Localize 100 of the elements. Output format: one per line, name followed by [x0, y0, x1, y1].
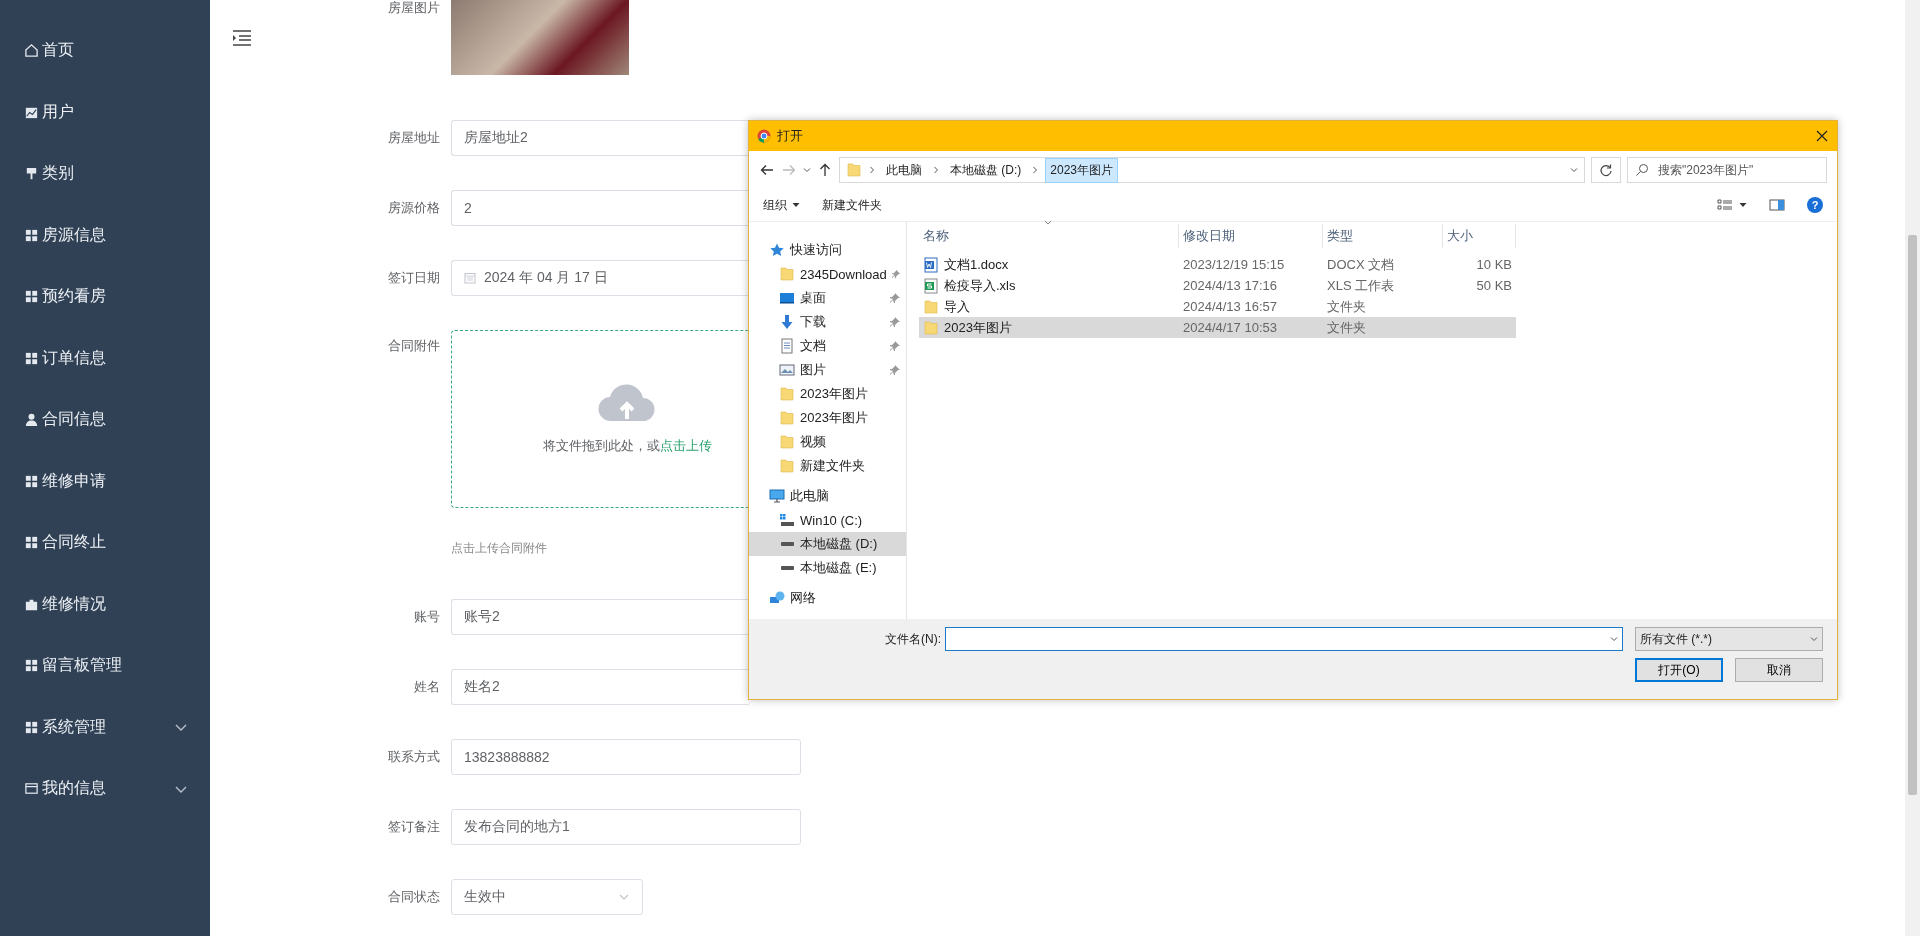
chevron-right-icon	[932, 166, 940, 174]
folder-icon	[923, 319, 939, 336]
dialog-button[interactable]: 取消	[1735, 658, 1823, 682]
nav-pane-item[interactable]: 本地磁盘 (E:)	[749, 556, 906, 580]
up-arrow-icon[interactable]	[817, 162, 833, 178]
scrollbar[interactable]	[1905, 0, 1920, 936]
new-folder-button[interactable]: 新建文件夹	[822, 196, 882, 214]
user-icon	[24, 412, 39, 428]
sidebar-menu-item[interactable]: 订单信息	[0, 327, 210, 389]
breadcrumb[interactable]: 此电脑	[882, 158, 926, 182]
nav-pane-item[interactable]: 2023年图片	[749, 382, 906, 406]
column-header[interactable]: 名称	[919, 224, 1179, 248]
dialog-button[interactable]: 打开(O)	[1635, 658, 1723, 682]
field-label: 账号	[413, 608, 441, 626]
document-icon	[779, 338, 795, 354]
address-bar[interactable]: 此电脑 本地磁盘 (D:) 2023年图片	[839, 157, 1585, 183]
dropdown-caret-icon	[1610, 635, 1618, 643]
sidebar-menu-item[interactable]: 用户	[0, 81, 210, 143]
refresh-button[interactable]	[1591, 157, 1621, 183]
sidebar-menu-item[interactable]: 我的信息	[0, 758, 210, 820]
nav-pane-item[interactable]: 此电脑	[749, 484, 906, 508]
grid-icon	[24, 658, 39, 674]
organize-menu-button[interactable]: 组织	[763, 196, 800, 214]
upload-hint: 点击上传合同附件	[451, 540, 548, 557]
file-row[interactable]: 文档1.docx 2023/12/19 15:15 DOCX 文档 10 KB	[919, 254, 1516, 275]
drive-icon	[779, 565, 795, 571]
sidebar-menu-item[interactable]: 预约看房	[0, 266, 210, 328]
search-icon	[1635, 163, 1649, 177]
sidebar-menu-item[interactable]: 维修申请	[0, 450, 210, 512]
calendar-icon	[464, 272, 476, 284]
folder-icon	[779, 386, 795, 402]
menu-toggle-icon[interactable]	[232, 29, 252, 47]
sidebar-menu-item[interactable]: 系统管理	[0, 696, 210, 758]
file-name-field[interactable]	[945, 627, 1623, 651]
status-select[interactable]: 生效中	[451, 879, 643, 915]
folder-icon	[779, 266, 795, 282]
grid-icon	[24, 350, 39, 366]
text-field[interactable]: 13823888882	[451, 739, 801, 775]
breadcrumb[interactable]: 本地磁盘 (D:)	[946, 158, 1026, 182]
search-field[interactable]: 搜索"2023年图片"	[1627, 157, 1827, 183]
sidebar-menu-item[interactable]: 首页	[0, 20, 210, 82]
file-row[interactable]: 检疫导入.xls 2024/4/13 17:16 XLS 工作表 50 KB	[919, 275, 1516, 296]
nav-pane-item[interactable]: 下载	[749, 310, 906, 334]
help-button[interactable]: ?	[1807, 197, 1823, 213]
nav-pane-item[interactable]: 文档	[749, 334, 906, 358]
date-field[interactable]: 2024 年 04 月 17 日	[451, 260, 750, 296]
back-arrow-icon[interactable]	[759, 162, 775, 178]
column-header[interactable]: 大小	[1443, 224, 1516, 248]
nav-pane-item[interactable]: Win10 (C:)	[749, 508, 906, 532]
text-field[interactable]: 房屋地址2	[451, 120, 750, 156]
field-label: 合同状态	[387, 888, 441, 906]
field-label: 合同附件	[387, 337, 441, 355]
grid-icon	[24, 535, 39, 551]
computer-icon	[769, 488, 785, 504]
recent-locations-caret-icon[interactable]	[803, 166, 811, 174]
sort-caret-icon	[1044, 220, 1052, 226]
dropdown-caret-icon	[1810, 635, 1818, 643]
nav-pane-item[interactable]: 网络	[749, 586, 906, 610]
nav-pane-item[interactable]: 桌面	[749, 286, 906, 310]
sidebar-menu-item[interactable]: 类别	[0, 143, 210, 205]
modified-date: 2023/12/19 15:15	[1182, 257, 1286, 272]
sidebar-menu-item[interactable]: 房源信息	[0, 204, 210, 266]
file-row[interactable]: 2023年图片 2024/4/17 10:53 文件夹	[919, 317, 1516, 338]
word-document-icon	[923, 256, 939, 273]
download-arrow-icon	[779, 314, 795, 330]
preview-pane-icon[interactable]	[1769, 197, 1785, 213]
nav-pane-item[interactable]: 新建文件夹	[749, 454, 906, 478]
sidebar-menu-item[interactable]: 留言板管理	[0, 635, 210, 697]
file-name: 文档1.docx	[944, 255, 1009, 274]
drive-icon	[779, 541, 795, 547]
nav-pane-item[interactable]: 2345Download	[749, 262, 906, 286]
nav-pane-item[interactable]: 本地磁盘 (D:)	[749, 532, 906, 556]
file-row[interactable]: 导入 2024/4/13 16:57 文件夹	[919, 296, 1516, 317]
text-field[interactable]: 发布合同的地方1	[451, 809, 801, 845]
dropdown-caret-icon[interactable]	[1570, 166, 1578, 174]
text-field[interactable]: 账号2	[451, 599, 750, 635]
nav-pane-item[interactable]: 视频	[749, 430, 906, 454]
column-header[interactable]: 类型	[1323, 224, 1443, 248]
caret-icon[interactable]	[1739, 201, 1747, 209]
text-field[interactable]: 2	[451, 190, 750, 226]
folder-icon	[779, 434, 795, 450]
sidebar-menu-item[interactable]: 合同终止	[0, 512, 210, 574]
browser-logo-icon	[757, 129, 771, 143]
nav-pane-item[interactable]: 图片	[749, 358, 906, 382]
sidebar-menu-item[interactable]: 维修情况	[0, 573, 210, 635]
folder-icon	[923, 298, 939, 315]
star-icon	[769, 242, 785, 258]
file-size: 50 KB	[1475, 278, 1513, 293]
column-header[interactable]: 修改日期	[1179, 224, 1323, 248]
grid-icon	[24, 227, 39, 243]
file-type-select[interactable]: 所有文件 (*.*)	[1635, 627, 1823, 651]
nav-pane-item[interactable]: 快速访问	[749, 238, 906, 262]
view-options-icon[interactable]	[1717, 197, 1733, 213]
text-field[interactable]: 姓名2	[451, 669, 750, 705]
home-icon	[24, 43, 39, 59]
sidebar-menu-item[interactable]: 合同信息	[0, 389, 210, 451]
breadcrumb[interactable]: 2023年图片	[1045, 157, 1119, 183]
chevron-right-icon	[1031, 166, 1040, 174]
nav-pane-item[interactable]: 2023年图片	[749, 406, 906, 430]
close-icon[interactable]	[1815, 129, 1829, 143]
